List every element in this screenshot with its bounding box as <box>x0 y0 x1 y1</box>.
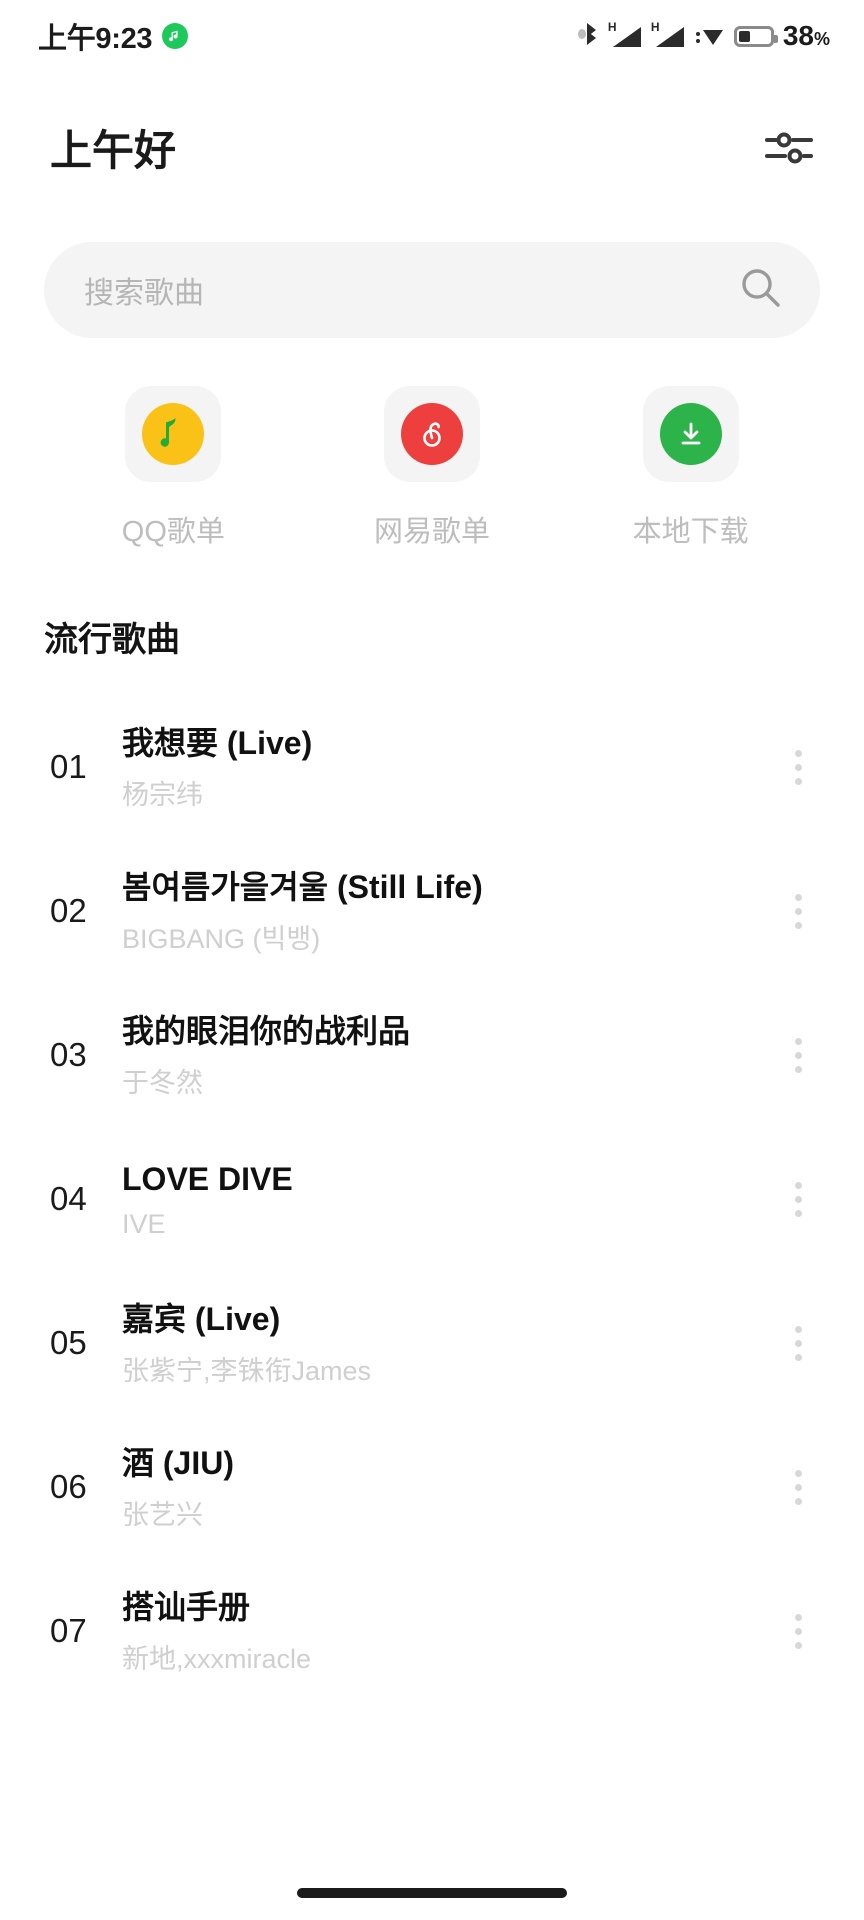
more-options-icon[interactable] <box>776 1469 820 1505</box>
status-bar-right: H H 38% <box>577 20 830 53</box>
more-options-icon[interactable] <box>776 749 820 785</box>
shortcut-row: QQ歌单 网易歌单 本地下载 <box>44 386 820 550</box>
battery-icon <box>733 25 778 47</box>
search-icon[interactable] <box>738 265 784 316</box>
shortcut-label: 网易歌单 <box>374 516 491 548</box>
song-artist: 张艺兴 <box>122 1499 203 1530</box>
greeting-title: 上午好 <box>44 115 183 182</box>
song-title: 봄여름가을겨울 (Still Life) <box>122 868 483 905</box>
shortcut-label: 本地下载 <box>632 516 749 548</box>
song-row[interactable]: 04 LOVE DIVE IVE <box>0 1127 864 1271</box>
status-bar: 上午9:23 H H 38% <box>0 0 864 72</box>
song-index: 01 <box>50 748 87 785</box>
song-row[interactable]: 03 我的眼泪你的战利品 于冬然 <box>0 983 864 1127</box>
song-row[interactable]: 05 嘉宾 (Live) 张紫宁,李铢衔James <box>0 1271 864 1415</box>
bluetooth-icon <box>577 20 600 53</box>
song-title: 酒 (JIU) <box>122 1444 235 1481</box>
battery-percent-label: 38% <box>782 20 830 51</box>
song-info: 봄여름가을겨울 (Still Life) BIGBANG (빅뱅) <box>122 867 776 956</box>
song-info: LOVE DIVE IVE <box>122 1159 776 1240</box>
shortcut-netease-playlist[interactable]: 网易歌单 <box>303 386 562 550</box>
wifi-icon <box>695 20 725 53</box>
shortcut-qq-playlist[interactable]: QQ歌单 <box>44 386 303 550</box>
song-info: 酒 (JIU) 张艺兴 <box>122 1443 776 1532</box>
shortcut-local-download[interactable]: 本地下载 <box>561 386 820 550</box>
home-indicator[interactable] <box>297 1888 567 1898</box>
download-icon <box>659 403 722 465</box>
signal-h-icon: H <box>608 20 643 50</box>
song-title: 我的眼泪你的战利品 <box>122 1012 411 1049</box>
more-options-icon[interactable] <box>776 1181 820 1217</box>
shortcut-tile[interactable] <box>384 386 480 482</box>
music-app-dot-icon <box>162 23 189 49</box>
shortcut-label: QQ歌单 <box>121 516 225 548</box>
app-header: 上午好 <box>0 72 864 182</box>
song-artist: 张紫宁,李铢衔James <box>122 1355 372 1386</box>
signal-h-icon: H <box>651 20 686 50</box>
search-bar[interactable]: 搜索歌曲 <box>44 242 820 338</box>
song-index: 03 <box>50 1036 87 1073</box>
song-artist: 于冬然 <box>122 1067 203 1098</box>
song-row[interactable]: 02 봄여름가을겨울 (Still Life) BIGBANG (빅뱅) <box>0 839 864 983</box>
more-options-icon[interactable] <box>776 1613 820 1649</box>
more-options-icon[interactable] <box>776 1037 820 1073</box>
tune-sliders-icon[interactable] <box>756 114 822 180</box>
shortcut-tile[interactable] <box>125 386 222 482</box>
status-time: 上午9:23 <box>38 23 153 55</box>
song-row[interactable]: 06 酒 (JIU) 张艺兴 <box>0 1415 864 1559</box>
song-artist: BIGBANG (빅뱅) <box>122 923 321 954</box>
song-artist: IVE <box>122 1208 166 1239</box>
song-index: 02 <box>50 892 87 929</box>
song-index: 04 <box>50 1180 87 1217</box>
song-row[interactable]: 07 搭讪手册 新地,xxxmiracle <box>0 1559 864 1703</box>
song-artist: 杨宗纬 <box>122 779 203 810</box>
qq-music-note-icon <box>142 403 205 465</box>
song-title: 搭讪手册 <box>122 1588 251 1625</box>
song-info: 嘉宾 (Live) 张紫宁,李铢衔James <box>122 1299 776 1388</box>
song-title: LOVE DIVE <box>122 1160 293 1197</box>
song-row[interactable]: 01 我想要 (Live) 杨宗纬 <box>0 695 864 839</box>
status-bar-left: 上午9:23 <box>38 15 189 57</box>
section-title: 流行歌曲 <box>44 621 180 659</box>
song-index: 06 <box>50 1468 87 1505</box>
search-input[interactable]: 搜索歌曲 <box>84 268 204 312</box>
song-info: 搭讪手册 新地,xxxmiracle <box>122 1587 776 1676</box>
song-info: 我想要 (Live) 杨宗纬 <box>122 723 776 812</box>
song-title: 嘉宾 (Live) <box>122 1300 281 1337</box>
song-artist: 新地,xxxmiracle <box>122 1643 312 1674</box>
song-index: 05 <box>50 1324 87 1361</box>
song-list: 01 我想要 (Live) 杨宗纬 02 봄여름가을겨울 (Still Life… <box>0 695 864 1703</box>
song-index: 07 <box>50 1612 87 1649</box>
shortcut-tile[interactable] <box>642 386 739 482</box>
app-screen: 上午9:23 H H 38% 上午好 搜索歌曲 QQ歌单 网易歌单 本地下载 流… <box>0 0 864 1920</box>
song-info: 我的眼泪你的战利品 于冬然 <box>122 1011 776 1100</box>
more-options-icon[interactable] <box>776 1325 820 1361</box>
netease-cloud-music-icon <box>401 403 463 465</box>
more-options-icon[interactable] <box>776 893 820 929</box>
song-title: 我想要 (Live) <box>122 724 313 761</box>
